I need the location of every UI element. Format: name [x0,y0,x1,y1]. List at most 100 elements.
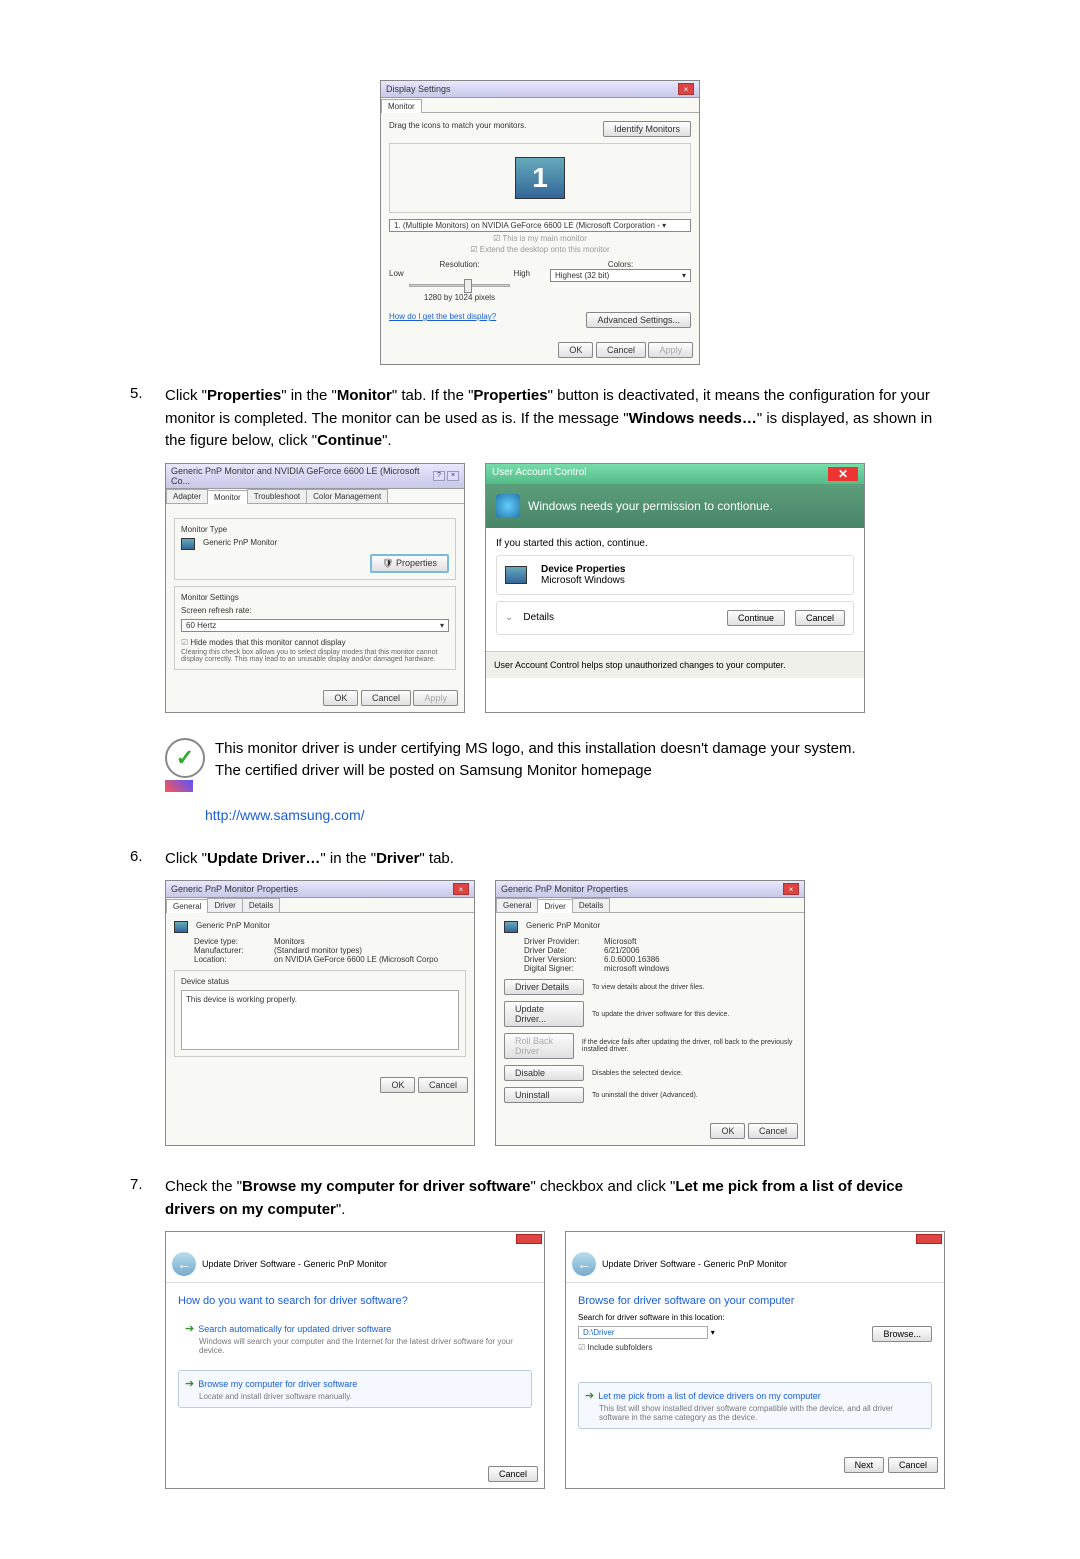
close-icon[interactable]: × [678,83,694,95]
cancel-button[interactable]: Cancel [596,342,646,358]
chevron-down-icon: ▾ [682,271,686,280]
let-me-pick-option[interactable]: ➔Let me pick from a list of device drive… [578,1382,932,1429]
next-button[interactable]: Next [844,1457,885,1473]
cancel-button[interactable]: Cancel [418,1077,468,1093]
details-link[interactable]: Details [523,612,717,623]
properties-button[interactable]: 🛡 Properties [370,554,449,573]
apply-button[interactable]: Apply [648,342,693,358]
tab-troubleshoot[interactable]: Troubleshoot [247,489,307,503]
close-icon[interactable] [516,1234,542,1244]
step-5: 5. Click "Properties" in the "Monitor" t… [130,385,950,453]
arrow-icon: ➔ [185,1323,194,1335]
monitor-icon [504,921,518,933]
uac-title: User Account Control [492,467,587,481]
chevron-down-icon: ▾ [440,621,444,630]
breadcrumb: Update Driver Software - Generic PnP Mon… [602,1259,787,1269]
driver-properties-dialog: Generic PnP Monitor Properties × General… [495,880,805,1146]
step-text: Click "Update Driver…" in the "Driver" t… [165,848,950,871]
step-text: Check the "Browse my computer for driver… [165,1176,950,1221]
advanced-settings-button[interactable]: Advanced Settings... [586,312,691,328]
refresh-rate-select[interactable]: 60 Hertz▾ [181,619,449,632]
device-status-box: This device is working properly. [181,990,459,1050]
step-number: 6. [130,848,165,871]
update-driver-wizard-browse: ← Update Driver Software - Generic PnP M… [565,1231,945,1489]
cancel-button[interactable]: Cancel [748,1123,798,1139]
extend-desktop-checkbox[interactable]: Extend the desktop onto this monitor [389,245,691,254]
close-icon[interactable]: × [453,883,469,895]
identify-monitors-button[interactable]: Identify Monitors [603,121,691,137]
wizard-heading: Browse for driver software on your compu… [578,1295,932,1307]
tab-details[interactable]: Details [242,898,280,912]
uninstall-button[interactable]: Uninstall [504,1087,584,1103]
browse-button[interactable]: Browse... [872,1326,932,1342]
monitor-properties-dialog: Generic PnP Monitor and NVIDIA GeForce 6… [165,463,465,713]
resolution-slider[interactable] [409,284,510,287]
hide-modes-checkbox[interactable]: Hide modes that this monitor cannot disp… [181,638,449,647]
ok-button[interactable]: OK [323,690,358,706]
ok-button[interactable]: OK [380,1077,415,1093]
colors-label: Colors: [550,260,691,269]
window-controls[interactable]: ?× [433,471,459,481]
drag-instruction: Drag the icons to match your monitors. [389,121,526,137]
monitor-icon [174,921,188,933]
step-7: 7. Check the "Browse my computer for dri… [130,1176,950,1221]
apply-button[interactable]: Apply [413,690,458,706]
shield-flag-icon [165,780,193,792]
cancel-button[interactable]: Cancel [795,610,845,626]
cancel-button[interactable]: Cancel [488,1466,538,1482]
search-auto-option[interactable]: ➔Search automatically for updated driver… [178,1315,532,1362]
ok-button[interactable]: OK [558,342,593,358]
main-monitor-checkbox[interactable]: This is my main monitor [389,234,691,243]
tab-general[interactable]: General [166,899,208,913]
close-icon[interactable]: × [783,883,799,895]
arrow-icon: ➔ [585,1390,594,1402]
tab-adapter[interactable]: Adapter [166,489,208,503]
driver-details-button[interactable]: Driver Details [504,979,584,995]
tab-driver[interactable]: Driver [207,898,242,912]
include-subfolders-checkbox[interactable]: Include subfolders [578,1343,932,1352]
search-path-input[interactable]: D:\Driver [578,1326,708,1339]
tab-details[interactable]: Details [572,898,610,912]
colors-select[interactable]: Highest (32 bit)▾ [550,269,691,282]
uac-banner-text: Windows needs your permission to contion… [528,499,773,513]
monitor-icon [505,566,527,584]
step-text: Click "Properties" in the "Monitor" tab.… [165,385,950,453]
display-settings-dialog: Display Settings × Monitor Drag the icon… [380,80,700,365]
uac-dialog: User Account Control ✕ Windows needs you… [485,463,865,713]
step-number: 7. [130,1176,165,1221]
close-icon[interactable]: ✕ [828,467,858,481]
window-title: Generic PnP Monitor and NVIDIA GeForce 6… [171,466,433,486]
chevron-down-icon[interactable]: ⌄ [505,612,513,623]
ok-button[interactable]: OK [710,1123,745,1139]
monitor-icon[interactable]: 1 [515,157,565,199]
checkmark-shield-icon [165,738,205,778]
tab-color-management[interactable]: Color Management [306,489,388,503]
browse-computer-option[interactable]: ➔Browse my computer for driver software … [178,1370,532,1408]
close-icon[interactable] [916,1234,942,1244]
continue-button[interactable]: Continue [727,610,785,626]
window-title: Display Settings [386,84,451,94]
resolution-label: Resolution: [389,260,530,269]
best-display-link[interactable]: How do I get the best display? [389,312,496,328]
back-icon[interactable]: ← [172,1252,196,1276]
window-titlebar: Display Settings × [381,81,699,98]
tab-general[interactable]: General [496,898,538,912]
shield-icon [496,494,520,518]
arrow-icon: ➔ [185,1378,194,1390]
update-driver-button[interactable]: Update Driver... [504,1001,584,1027]
cancel-button[interactable]: Cancel [888,1457,938,1473]
rollback-driver-button[interactable]: Roll Back Driver [504,1033,574,1059]
update-driver-wizard-search: ← Update Driver Software - Generic PnP M… [165,1231,545,1489]
general-properties-dialog: Generic PnP Monitor Properties × General… [165,880,475,1146]
cancel-button[interactable]: Cancel [361,690,411,706]
tab-driver[interactable]: Driver [537,899,572,913]
wizard-heading: How do you want to search for driver sof… [178,1295,532,1307]
disable-button[interactable]: Disable [504,1065,584,1081]
tab-monitor[interactable]: Monitor [381,99,422,113]
samsung-link[interactable]: http://www.samsung.com/ [205,807,950,823]
back-icon[interactable]: ← [572,1252,596,1276]
step-number: 5. [130,385,165,453]
tab-monitor[interactable]: Monitor [207,490,248,504]
monitor-select[interactable]: 1. (Multiple Monitors) on NVIDIA GeForce… [389,219,691,232]
resolution-value: 1280 by 1024 pixels [389,293,530,302]
